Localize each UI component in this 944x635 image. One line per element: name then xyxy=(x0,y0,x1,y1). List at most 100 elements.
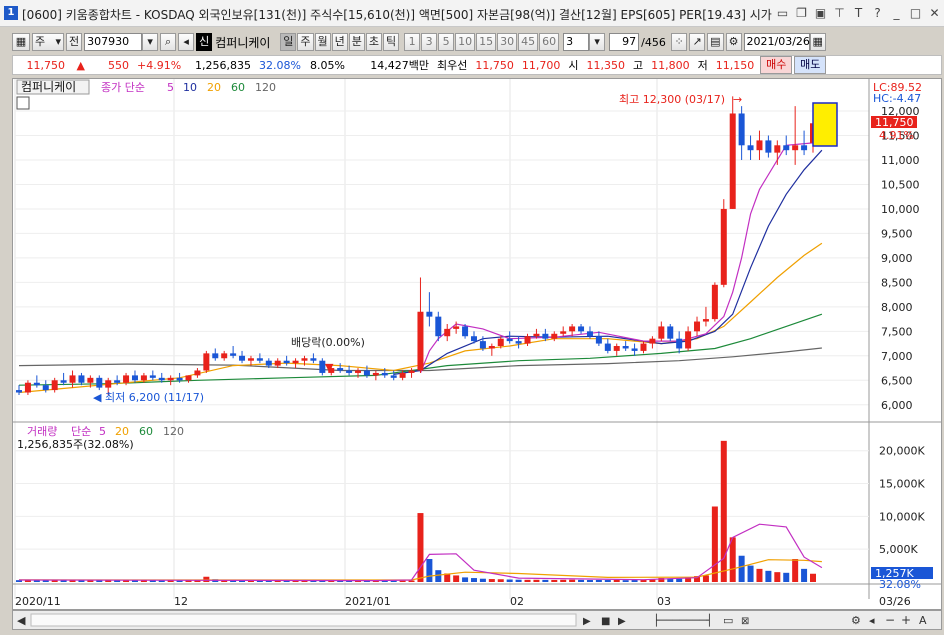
settings-icon[interactable]: ⚙ xyxy=(851,614,861,627)
candle-body xyxy=(604,343,611,351)
best-label: 최우선 xyxy=(437,59,468,72)
period-button-1[interactable]: 주 xyxy=(297,33,314,51)
volume-bar xyxy=(711,506,718,582)
last-pct-label: 4.91% xyxy=(879,129,914,142)
period-button-6[interactable]: 틱 xyxy=(383,33,400,51)
candle-body xyxy=(676,338,683,349)
volume-bar xyxy=(488,579,495,582)
title-bar: 1 [0600] 키움종합차트 - KOSDAQ 외국인보유[131(천)] 주… xyxy=(0,0,944,27)
candle-body xyxy=(685,331,692,349)
page-total: /456 xyxy=(641,35,666,49)
volume-bar xyxy=(756,568,763,582)
volume-bar xyxy=(792,559,799,582)
minus-icon[interactable]: − xyxy=(885,613,895,627)
candle-body xyxy=(185,375,192,381)
prev-button[interactable]: 전 xyxy=(66,33,83,51)
candle-body xyxy=(283,360,290,364)
volume-bar xyxy=(613,579,620,582)
vol-legend-label: 거래량 xyxy=(27,425,57,438)
period-button-5[interactable]: 초 xyxy=(365,33,382,51)
minute-button-1[interactable]: 1 xyxy=(404,33,421,51)
page-counter[interactable]: 97 xyxy=(609,33,640,51)
pin-icon[interactable]: ⊤ xyxy=(830,4,849,22)
sound-icon[interactable]: ◂ xyxy=(178,33,195,51)
vol-legend-ma-label: 단순 xyxy=(71,425,91,438)
vol-legend-ma-5: 5 xyxy=(99,425,106,438)
window-close-icon[interactable]: ✕ xyxy=(925,4,944,22)
date-input[interactable]: 2021/03/26 xyxy=(743,33,810,51)
minute-button-3[interactable]: 3 xyxy=(421,33,438,51)
dividend-arrow-icon: ▼ xyxy=(325,361,334,374)
volume-bar xyxy=(810,573,816,582)
candle-body xyxy=(69,375,76,383)
vol-current-label: 1,256,835주(32.08%) xyxy=(17,438,134,451)
period-button-3[interactable]: 년 xyxy=(331,33,348,51)
chart-settings-icon xyxy=(16,96,30,110)
help-icon[interactable]: ? xyxy=(868,4,887,22)
play-icon[interactable]: ▶ xyxy=(618,616,626,627)
minute-button-15[interactable]: 15 xyxy=(476,33,497,51)
minute-button-30[interactable]: 30 xyxy=(497,33,518,51)
calendar-icon[interactable]: ▦ xyxy=(809,33,826,51)
font-size-icon[interactable]: A xyxy=(919,614,927,627)
zoom-out-icon[interactable]: ▭ xyxy=(723,614,733,627)
code-input[interactable]: 307930 xyxy=(84,33,143,51)
quote-ask: 11,750 xyxy=(475,58,514,72)
quote-change: 550 xyxy=(108,58,129,72)
n-value-input[interactable]: 3 xyxy=(563,33,590,51)
window-minimize-icon[interactable]: _ xyxy=(887,4,906,22)
chart-area[interactable]: 6,000 6,500 7,000 7,500 8,000 8,500 9,000 9,500… xyxy=(12,78,942,610)
minute-button-10[interactable]: 10 xyxy=(455,33,476,51)
nav-icon[interactable]: ◂ xyxy=(869,614,875,627)
search-icon[interactable]: ⌕ xyxy=(160,33,177,51)
scroll-left-icon[interactable]: ◀ xyxy=(17,614,26,627)
text-icon[interactable]: T xyxy=(849,4,868,22)
candle-body xyxy=(435,316,442,337)
candle-body xyxy=(363,370,370,376)
candle-body xyxy=(801,145,808,151)
scroll-track[interactable] xyxy=(30,613,577,627)
period-button-2[interactable]: 월 xyxy=(314,33,331,51)
buy-button[interactable]: 매수 xyxy=(760,56,793,74)
auto-icon[interactable]: ⊠ xyxy=(741,616,749,627)
volume-bar xyxy=(435,570,442,582)
high-arrow-icon: → xyxy=(733,93,742,106)
volume-bar xyxy=(595,579,602,582)
volume-bar xyxy=(533,579,540,582)
sell-button[interactable]: 매도 xyxy=(794,56,827,74)
period-button-4[interactable]: 분 xyxy=(348,33,365,51)
candle-body xyxy=(658,326,665,339)
candle-body xyxy=(524,336,531,344)
n-dropdown-icon[interactable]: ▾ xyxy=(589,33,606,51)
minute-button-5[interactable]: 5 xyxy=(438,33,455,51)
stop-icon[interactable]: ■ xyxy=(601,616,610,627)
volume-bar xyxy=(470,578,477,582)
code-dropdown-icon[interactable]: ▾ xyxy=(142,33,159,51)
period-button-0[interactable]: 일 xyxy=(280,33,297,51)
scroll-right-icon[interactable]: ▶ xyxy=(583,616,591,627)
draw-icon[interactable]: ↗ xyxy=(689,33,706,51)
gear-icon[interactable]: ⚙ xyxy=(725,33,742,51)
period-select[interactable]: 주 ▾ xyxy=(32,33,64,51)
legend-ma-20: 20 xyxy=(207,81,221,94)
layout-icon[interactable]: ▣ xyxy=(811,4,830,22)
volume-bar xyxy=(729,537,736,582)
scroll-bar[interactable]: ◀ ▶ ■ ▶ ├───────┤ ▭ ⊠ ⚙ ◂ − + A xyxy=(12,610,942,630)
volume-bar xyxy=(569,579,576,582)
low-annotation: 최저 6,200 (11/17) xyxy=(105,391,204,404)
period-select-value: 주 xyxy=(35,35,46,48)
candle-body xyxy=(533,333,540,337)
save-icon[interactable]: ▤ xyxy=(707,33,724,51)
window-maximize-icon[interactable]: □ xyxy=(906,4,925,22)
link-icon[interactable]: ⁘ xyxy=(671,33,688,51)
chart-type-icon[interactable]: ▦ xyxy=(12,33,30,51)
minute-button-45[interactable]: 45 xyxy=(518,33,539,51)
minute-button-60[interactable]: 60 xyxy=(539,33,560,51)
candle-body xyxy=(613,346,620,351)
restore-icon[interactable]: ❐ xyxy=(792,4,811,22)
vol-legend-ma-120: 120 xyxy=(163,425,184,438)
candlestick-chart[interactable]: 6,000 6,500 7,000 7,500 8,000 8,500 9,000 9,500… xyxy=(13,79,941,609)
zoom-slider[interactable]: ├───────┤ xyxy=(653,613,713,627)
minimize-icon[interactable]: ▭ xyxy=(773,4,792,22)
plus-icon[interactable]: + xyxy=(901,613,911,627)
